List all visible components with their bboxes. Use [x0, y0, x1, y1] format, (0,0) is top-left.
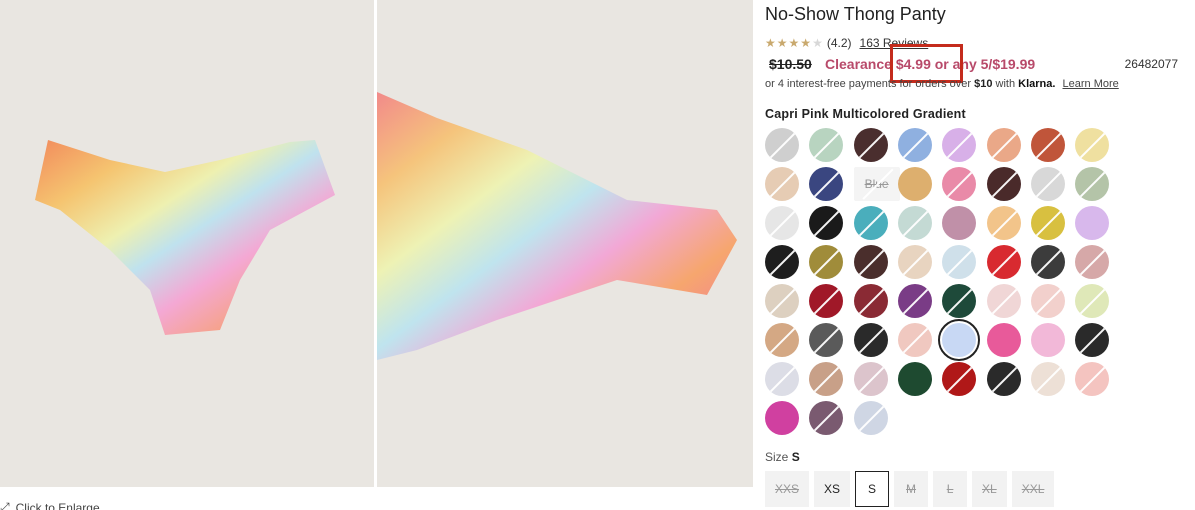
color-swatch[interactable] — [942, 362, 977, 396]
klarna-logo: Klarna. — [1018, 78, 1056, 90]
color-swatch[interactable] — [897, 245, 932, 279]
color-swatch[interactable] — [1075, 167, 1110, 201]
color-swatch[interactable] — [765, 284, 799, 318]
color-swatch[interactable] — [765, 323, 799, 357]
color-swatch[interactable] — [986, 167, 1021, 201]
color-swatch[interactable] — [942, 128, 977, 162]
product-image-side[interactable] — [377, 0, 753, 487]
klarna-text: or 4 interest-free payments for orders o… — [765, 78, 972, 90]
price-row: $10.50 Clearance $4.99 or any 5/$19.99 2… — [765, 55, 1185, 75]
color-swatch[interactable] — [765, 245, 799, 279]
size-option-xxl[interactable]: XXL — [1011, 471, 1055, 507]
size-option-xxs[interactable]: XXS — [765, 471, 810, 507]
color-swatch[interactable] — [853, 362, 888, 396]
size-option-m[interactable]: M — [894, 471, 929, 507]
color-swatch[interactable] — [942, 284, 977, 318]
color-swatch[interactable] — [986, 362, 1021, 396]
color-swatch[interactable] — [1030, 206, 1065, 240]
color-swatch[interactable] — [1075, 362, 1110, 396]
product-page: ⤢ Click to Enlarge No-Show Thong Panty ★… — [0, 0, 1195, 510]
size-option-xs[interactable]: XS — [814, 471, 851, 507]
color-swatch[interactable] — [897, 362, 932, 396]
color-swatch[interactable] — [809, 284, 844, 318]
size-option-xl[interactable]: XL — [972, 471, 1007, 507]
klarna-with: with — [995, 78, 1016, 90]
color-swatch[interactable] — [1075, 284, 1110, 318]
color-swatch[interactable] — [1075, 323, 1110, 357]
color-swatch[interactable] — [897, 206, 932, 240]
color-swatch[interactable] — [1075, 245, 1110, 279]
color-swatch[interactable] — [809, 401, 844, 435]
color-swatch[interactable] — [853, 128, 888, 162]
size-option-s[interactable]: S — [855, 471, 890, 507]
color-swatch[interactable] — [853, 323, 888, 357]
size-selected-value: S — [791, 450, 800, 464]
klarna-learn-more-link[interactable]: Learn More — [1063, 78, 1119, 90]
klarna-info: or 4 interest-free payments for orders o… — [765, 78, 1119, 90]
rating-value: (4.2) — [826, 36, 852, 50]
color-swatch[interactable] — [853, 284, 888, 318]
color-swatch[interactable] — [938, 319, 981, 361]
color-swatch[interactable] — [986, 128, 1021, 162]
color-swatch[interactable] — [1030, 362, 1065, 396]
enlarge-icon: ⤢ — [0, 500, 10, 510]
klarna-amount: $10 — [974, 78, 993, 90]
size-option-l[interactable]: L — [933, 471, 968, 507]
color-swatch[interactable] — [986, 245, 1021, 279]
star-empty-icon: ★ — [812, 36, 823, 50]
color-swatch[interactable] — [1030, 167, 1065, 201]
color-swatch[interactable] — [986, 284, 1021, 318]
selected-color-name: Capri Pink Multicolored Gradient — [765, 107, 966, 121]
product-title: No-Show Thong Panty — [765, 4, 946, 24]
color-swatch[interactable] — [1075, 206, 1110, 240]
color-swatch[interactable] — [765, 362, 799, 396]
size-label-text: Size — [765, 450, 789, 464]
color-swatch[interactable] — [942, 245, 977, 279]
color-swatch-blue[interactable]: Blue — [853, 167, 900, 201]
color-swatch[interactable] — [942, 206, 977, 240]
color-swatch[interactable] — [1030, 245, 1065, 279]
color-swatch[interactable] — [1030, 284, 1065, 318]
color-swatch[interactable] — [1030, 128, 1065, 162]
enlarge-label: Click to Enlarge — [15, 500, 100, 510]
color-swatch[interactable] — [986, 206, 1021, 240]
color-swatch[interactable] — [1075, 128, 1110, 162]
color-swatch[interactable] — [765, 401, 799, 435]
star-icon: ★ — [765, 36, 776, 50]
color-swatch[interactable] — [809, 245, 844, 279]
size-options: XXS XS S M L XL XXL — [765, 471, 1055, 507]
color-swatch[interactable] — [897, 284, 932, 318]
sku-number: 26482077 — [1124, 57, 1178, 71]
color-swatch[interactable] — [853, 245, 888, 279]
color-swatch[interactable] — [765, 167, 799, 201]
star-icon: ★ — [788, 36, 800, 50]
color-swatch[interactable] — [809, 323, 844, 357]
color-swatch[interactable] — [986, 323, 1021, 357]
color-swatch[interactable] — [853, 206, 888, 240]
product-image-front[interactable] — [0, 0, 374, 487]
click-to-enlarge[interactable]: ⤢ Click to Enlarge — [0, 500, 100, 510]
original-price: $10.50 — [769, 56, 812, 72]
color-swatch[interactable] — [942, 167, 977, 201]
color-swatch[interactable] — [853, 401, 888, 435]
color-swatch[interactable] — [809, 128, 844, 162]
star-icon: ★ — [800, 36, 812, 50]
color-swatch[interactable] — [897, 128, 932, 162]
star-rating: ★ ★ ★ ★ ★ — [765, 36, 823, 50]
color-swatch[interactable] — [765, 206, 799, 240]
color-swatch[interactable] — [809, 206, 844, 240]
color-swatch[interactable] — [1030, 323, 1065, 357]
color-swatch[interactable] — [809, 362, 844, 396]
color-swatch[interactable] — [897, 167, 932, 201]
color-swatch[interactable] — [765, 128, 799, 162]
star-icon: ★ — [776, 36, 788, 50]
size-label: Size S — [765, 450, 800, 464]
color-swatch[interactable] — [809, 167, 844, 201]
color-swatch[interactable] — [897, 323, 932, 357]
